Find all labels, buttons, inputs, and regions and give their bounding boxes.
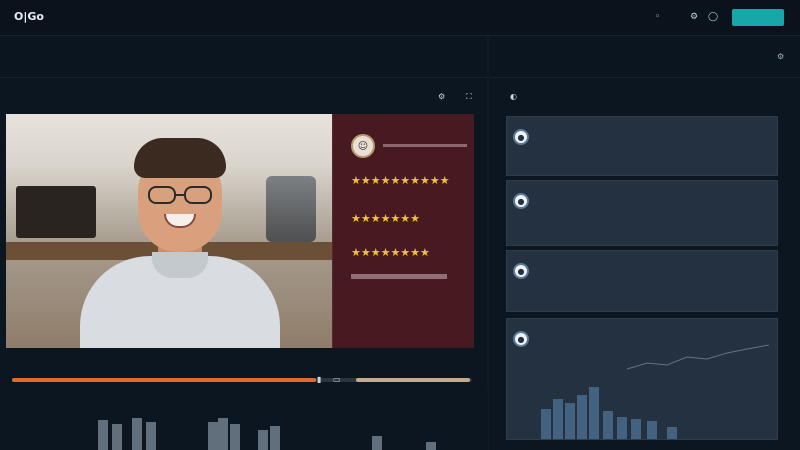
- chart-bar: [426, 442, 436, 450]
- settings-icon[interactable]: ⚙: [690, 12, 698, 22]
- chart-bar: [603, 411, 613, 439]
- chart-bar: [372, 436, 382, 450]
- presenter-figure: [66, 134, 296, 348]
- video-frame[interactable]: [6, 114, 332, 348]
- fullscreen-icon[interactable]: ⛶: [466, 92, 472, 102]
- captions-icon[interactable]: ▭: [333, 375, 341, 384]
- chart-bar: [553, 399, 563, 439]
- chart-bar: [218, 418, 228, 450]
- chat-icon: ◐: [510, 92, 517, 101]
- chart-bar: [208, 422, 218, 450]
- chart-bar: [541, 409, 551, 439]
- activity-card[interactable]: ●: [506, 180, 778, 246]
- activity-card[interactable]: ●: [506, 116, 778, 176]
- star-rating: ★★★★★★★: [351, 212, 421, 225]
- chart-bar: [577, 395, 587, 439]
- chart-bar: [589, 387, 599, 439]
- analytics-bars: [98, 418, 436, 450]
- chart-bar: [647, 421, 657, 439]
- right-panel-header: ⚙: [490, 38, 800, 78]
- player-toolbar: ⚙ ⛶: [0, 84, 488, 112]
- chart-bar: [112, 424, 122, 450]
- user-icon[interactable]: ◯: [708, 12, 718, 22]
- volume-icon[interactable]: ▮: [317, 375, 321, 384]
- chart-bar: [146, 422, 156, 450]
- chart-bar: [667, 427, 677, 439]
- review-panel: ☺ ★★★★★★★★★★ ★★★★★★★ ★★★★★★★★: [332, 114, 474, 348]
- nav-bar: [0, 38, 488, 78]
- activity-chart-card[interactable]: ●: [506, 318, 778, 440]
- avatar: ●: [513, 193, 529, 209]
- star-rating: ★★★★★★★★: [351, 246, 430, 259]
- chart-bar: [132, 418, 142, 450]
- reviewer-name-placeholder: [383, 144, 467, 147]
- circle-icon[interactable]: ◦: [655, 12, 660, 22]
- settings-icon[interactable]: ⚙: [438, 92, 445, 101]
- top-bar: O|Go ◦ ⚙ ◯: [0, 0, 800, 36]
- chart-bar: [631, 419, 641, 439]
- reviewer-avatar: ☺: [351, 134, 375, 158]
- chart-bar: [258, 430, 268, 450]
- chart-bar: [98, 420, 108, 450]
- analytics-strip: [0, 390, 488, 450]
- avatar: ●: [513, 129, 529, 145]
- activity-chart: [541, 344, 770, 439]
- activity-card[interactable]: ●: [506, 250, 778, 312]
- chart-bar: [617, 417, 627, 439]
- chart-bar: [565, 403, 575, 439]
- star-rating: ★★★★★★★★★★: [351, 174, 450, 187]
- chart-bar: [230, 424, 240, 450]
- review-text-line: [351, 274, 447, 279]
- video-progress-fill: [12, 378, 316, 382]
- volume-track[interactable]: [356, 378, 470, 382]
- app-logo: O|Go: [14, 10, 44, 23]
- avatar: ●: [513, 263, 529, 279]
- primary-action-button[interactable]: [732, 9, 784, 26]
- settings-icon[interactable]: ⚙: [777, 52, 784, 61]
- chart-bar: [270, 426, 280, 450]
